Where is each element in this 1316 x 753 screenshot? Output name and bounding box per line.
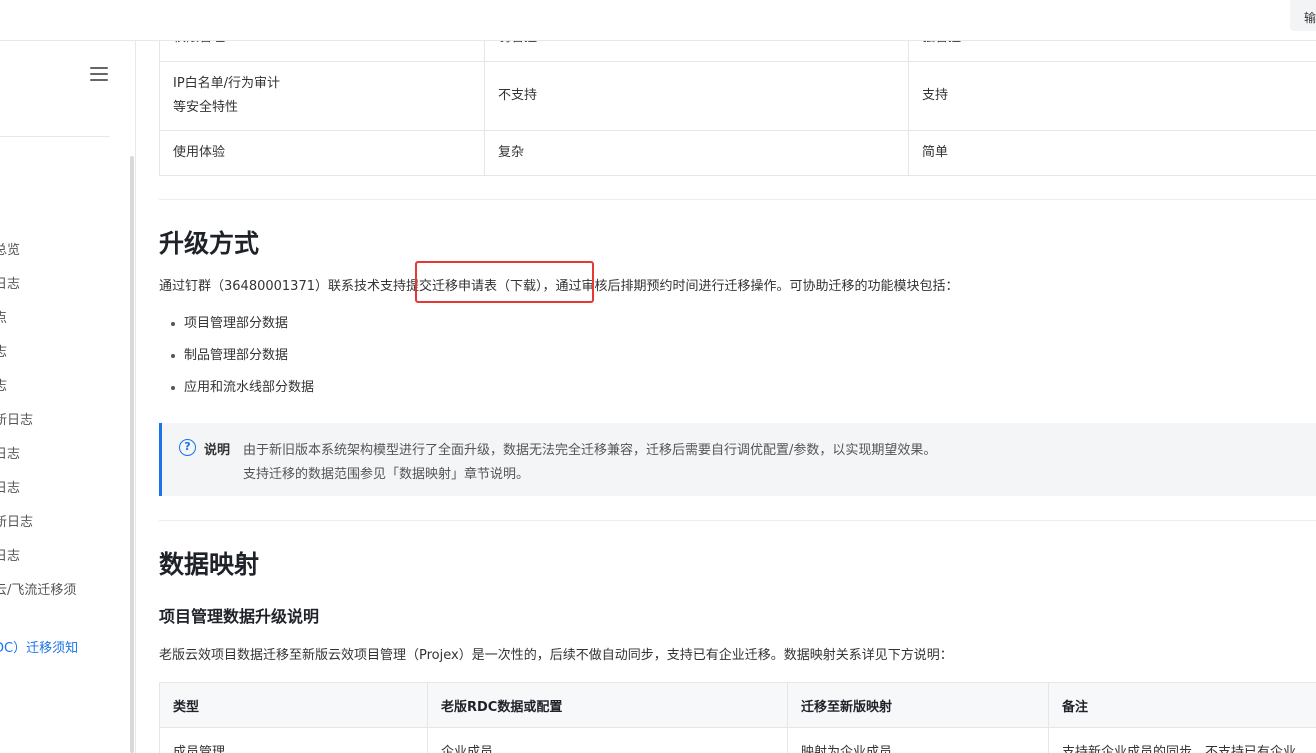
section-divider <box>159 520 1316 521</box>
mapping-heading: 数据映射 <box>159 550 260 579</box>
sidebar-item[interactable]: 志 <box>0 375 7 394</box>
top-action-button[interactable]: 输 <box>1290 0 1316 31</box>
sidebar-scrollbar[interactable] <box>130 156 134 753</box>
highlight-annotation <box>415 261 594 303</box>
list-item: 应用和流水线部分数据 <box>171 377 314 409</box>
sidebar-item[interactable]: 新日志 <box>0 511 33 530</box>
table-cell: 复杂 <box>484 130 909 176</box>
table-row: 成员管理 企业成员 映射为企业成员 支持新企业成员的同步，不支持已有企业 <box>159 727 1316 753</box>
table-cell: 映射为企业成员 <box>787 727 1049 753</box>
menu-icon[interactable] <box>90 67 108 81</box>
sidebar-item[interactable]: 日志 <box>0 545 20 564</box>
sidebar-item[interactable]: 日志 <box>0 443 20 462</box>
section-divider <box>159 199 1316 200</box>
list-item: 项目管理部分数据 <box>171 313 314 345</box>
column-header: 迁移至新版映射 <box>787 682 1049 728</box>
sidebar: 总览 日志 点 志 志 新日志 日志 日志 新日志 日志 云/飞流迁移须 DC）… <box>0 41 136 753</box>
table-cell: 企业成员 <box>427 727 788 753</box>
cell-line: 等安全特性 <box>173 100 239 115</box>
table-cell: IP白名单/行为审计 等安全特性 <box>159 61 485 131</box>
table-cell: 使用体验 <box>159 130 485 176</box>
table-row: 使用体验 复杂 简单 <box>159 130 1316 176</box>
note-line: 由于新旧版本系统架构模型进行了全面升级，数据无法完全迁移兼容，迁移后需要自行调优… <box>243 443 937 458</box>
table-cell: 支持新企业成员的同步，不支持已有企业 <box>1048 727 1316 753</box>
mapping-description: 老版云效项目数据迁移至新版云效项目管理（Projex）是一次性的，后续不做自动同… <box>159 648 953 663</box>
note-line: 支持迁移的数据范围参见「数据映射」章节说明。 <box>243 467 530 482</box>
question-circle-icon: ? <box>179 439 196 456</box>
table-cell: 简单 <box>908 130 1316 176</box>
sidebar-item[interactable]: 云/飞流迁移须 <box>0 579 76 598</box>
mapping-table: 类型 老版RDC数据或配置 迁移至新版映射 备注 成员管理 企业成员 映射为企业… <box>159 682 1316 753</box>
sidebar-item[interactable]: 日志 <box>0 477 20 496</box>
module-list: 项目管理部分数据 制品管理部分数据 应用和流水线部分数据 <box>171 313 314 409</box>
sidebar-item[interactable]: 志 <box>0 341 7 360</box>
table-cell: 不支持 <box>484 61 909 131</box>
cell-line: IP白名单/行为审计 <box>173 76 281 91</box>
note-callout: ? 说明 由于新旧版本系统架构模型进行了全面升级，数据无法完全迁移兼容，迁移后需… <box>159 423 1316 496</box>
upgrade-heading: 升级方式 <box>159 229 260 258</box>
table-cell: 支持 <box>908 61 1316 131</box>
column-header: 类型 <box>159 682 428 728</box>
main-content: 权限管理 弱管控 强管控 IP白名单/行为审计 等安全特性 不支持 支持 使用体… <box>159 0 1316 753</box>
table-header-row: 类型 老版RDC数据或配置 迁移至新版映射 备注 <box>159 682 1316 728</box>
list-item: 制品管理部分数据 <box>171 345 314 377</box>
sidebar-item[interactable]: 日志 <box>0 273 20 292</box>
sidebar-divider <box>0 136 110 137</box>
column-header: 老版RDC数据或配置 <box>427 682 788 728</box>
sidebar-item-active[interactable]: DC）迁移须知 <box>0 637 78 656</box>
table-row: IP白名单/行为审计 等安全特性 不支持 支持 <box>159 61 1316 131</box>
mapping-subheading: 项目管理数据升级说明 <box>159 607 320 626</box>
sidebar-item[interactable]: 总览 <box>0 239 20 258</box>
column-header: 备注 <box>1048 682 1316 728</box>
sidebar-item[interactable]: 新日志 <box>0 409 33 428</box>
note-title: 说明 <box>204 443 231 458</box>
top-bar: 输 <box>0 0 1316 41</box>
table-cell: 成员管理 <box>159 727 428 753</box>
sidebar-item[interactable]: 点 <box>0 307 7 326</box>
